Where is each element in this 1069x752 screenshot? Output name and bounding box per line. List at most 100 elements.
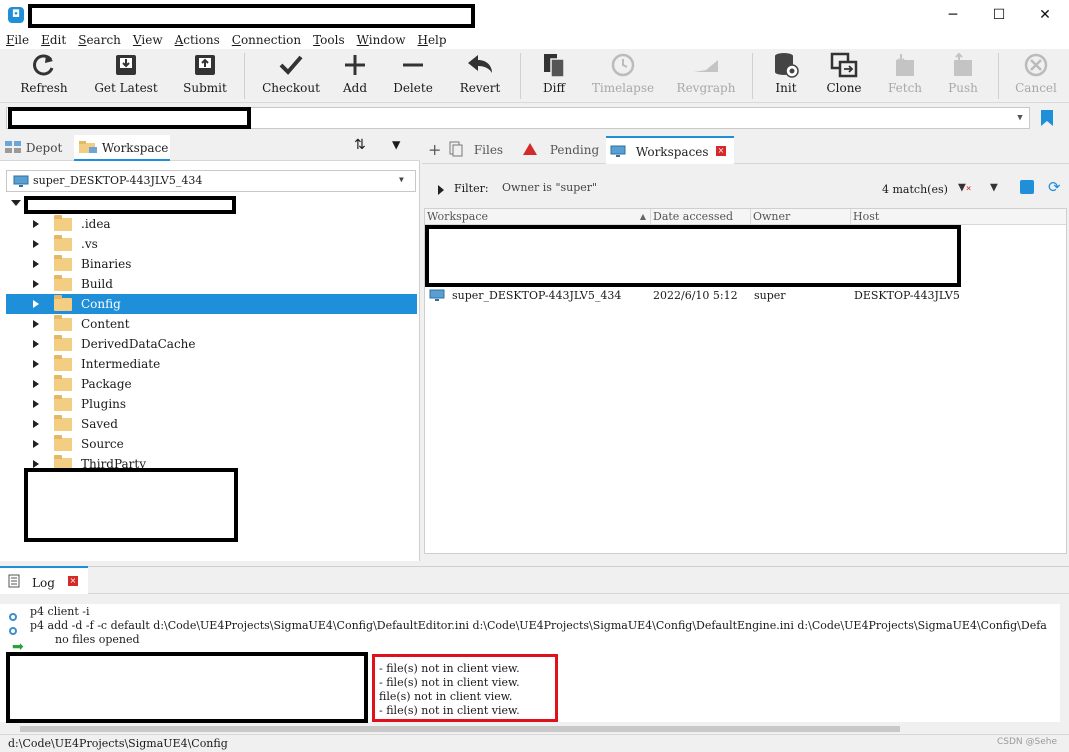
tree-item[interactable]: Plugins (6, 394, 417, 414)
fetch-button[interactable]: Fetch (882, 49, 928, 103)
column-header-workspace[interactable]: Workspace ▲ (425, 209, 651, 225)
expand-arrow-icon[interactable] (33, 420, 39, 428)
tree-item[interactable]: Content (6, 314, 417, 334)
close-button[interactable]: ✕ (1022, 0, 1068, 31)
tab-depot[interactable]: Depot (4, 135, 72, 161)
workspace-select-value: super_DESKTOP-443JLV5_434 (33, 174, 203, 187)
maximize-button[interactable]: ☐ (976, 0, 1022, 31)
expand-root-icon[interactable] (11, 200, 21, 206)
column-header-host[interactable]: Host (851, 209, 1066, 225)
revgraph-icon (694, 60, 718, 72)
right-tab-strip: + Files Pending Workspaces × (422, 136, 1069, 164)
workspace-monitor-icon (429, 289, 445, 301)
tree-item[interactable]: Build (6, 274, 417, 294)
tree-item[interactable]: Package (6, 374, 417, 394)
cell-workspace: super_DESKTOP-443JLV5_434 (452, 289, 622, 302)
expand-arrow-icon[interactable] (33, 220, 39, 228)
menu-help[interactable]: Help (411, 31, 452, 49)
tree-item[interactable]: Intermediate (6, 354, 417, 374)
diff-button[interactable]: Diff (534, 49, 574, 103)
clone-button[interactable]: Clone (822, 49, 866, 103)
clear-filter-icon[interactable]: ▼× (958, 180, 971, 195)
get-latest-button[interactable]: Get Latest (88, 49, 164, 103)
expand-arrow-icon[interactable] (33, 360, 39, 368)
tree-item[interactable]: Saved (6, 414, 417, 434)
expand-arrow-icon[interactable] (33, 380, 39, 388)
workspace-settings-icon[interactable] (1020, 180, 1034, 194)
tree-item[interactable]: Binaries (6, 254, 417, 274)
folder-icon (54, 215, 72, 231)
tab-files[interactable]: Files (448, 136, 516, 164)
expand-arrow-icon[interactable] (33, 240, 39, 248)
vertical-scrollbar[interactable] (1060, 604, 1069, 734)
checkout-button[interactable]: Checkout (262, 49, 320, 103)
menu-tools[interactable]: Tools (307, 31, 351, 49)
refresh-icon[interactable]: ⟳ (1048, 178, 1061, 196)
tab-pending[interactable]: Pending (522, 136, 604, 164)
folder-icon (54, 335, 72, 351)
tree-item-label: Source (81, 437, 124, 451)
filter-icon[interactable]: ▼ (392, 137, 400, 153)
table-row[interactable]: super_DESKTOP-443JLV5_434 2022/6/10 5:12… (425, 287, 1066, 305)
filter-icon[interactable]: ▼ (990, 180, 998, 195)
tab-log[interactable]: Log × (0, 566, 88, 594)
tree-item-selected[interactable]: Config (6, 294, 417, 314)
sort-icon[interactable]: ⇅ (354, 137, 366, 153)
column-header-date[interactable]: Date accessed (651, 209, 751, 225)
expand-arrow-icon[interactable] (33, 260, 39, 268)
tree-item[interactable]: .vs (6, 234, 417, 254)
expand-filter-icon[interactable] (438, 185, 444, 195)
menu-file[interactable]: File (0, 31, 35, 49)
tab-workspaces[interactable]: Workspaces × (606, 136, 734, 164)
timelapse-button[interactable]: Timelapse (590, 49, 656, 103)
menu-actions[interactable]: Actions (169, 31, 226, 49)
database-icon (775, 53, 799, 78)
pending-triangle-icon (523, 143, 537, 155)
minimize-button[interactable]: ─ (930, 0, 976, 31)
folder-icon (54, 415, 72, 431)
bookmark-icon[interactable] (1040, 109, 1054, 127)
redacted-tree-area (24, 468, 238, 542)
push-icon (954, 52, 972, 76)
column-header-owner[interactable]: Owner (751, 209, 851, 225)
tab-files-label: Files (473, 143, 504, 157)
scrollbar-thumb[interactable] (20, 726, 900, 732)
tree-item[interactable]: .idea (6, 214, 417, 234)
tree-item[interactable]: DerivedDataCache (6, 334, 417, 354)
refresh-button[interactable]: Refresh (14, 49, 74, 103)
expand-arrow-icon[interactable] (33, 320, 39, 328)
add-button[interactable]: Add (334, 49, 376, 103)
cancel-button[interactable]: Cancel (1012, 49, 1060, 103)
init-button[interactable]: Init (764, 49, 808, 103)
redacted-workspace-rows (425, 225, 961, 287)
close-tab-icon[interactable]: × (716, 146, 726, 156)
expand-arrow-icon[interactable] (33, 400, 39, 408)
tab-workspace[interactable]: Workspace (74, 135, 170, 161)
menu-search[interactable]: Search (72, 31, 127, 49)
expand-arrow-icon[interactable] (33, 460, 39, 468)
expand-arrow-icon[interactable] (33, 300, 39, 308)
tree-item[interactable]: Source (6, 434, 417, 454)
menu-view[interactable]: View (127, 31, 169, 49)
push-button[interactable]: Push (942, 49, 984, 103)
chevron-down-icon[interactable]: ▼ (1010, 108, 1030, 128)
log-line: p4 add -d -f -c default d:\Code\UE4Proje… (30, 619, 1047, 632)
add-tab-icon[interactable]: + (428, 136, 444, 164)
close-tab-icon[interactable]: × (68, 576, 78, 586)
menu-window[interactable]: Window (351, 31, 412, 49)
diff-icon (544, 54, 565, 78)
revert-button[interactable]: Revert (454, 49, 506, 103)
revert-label: Revert (459, 81, 501, 95)
submit-button[interactable]: Submit (178, 49, 232, 103)
folder-icon (54, 375, 72, 391)
redacted-path (8, 107, 251, 129)
expand-arrow-icon[interactable] (33, 340, 39, 348)
expand-arrow-icon[interactable] (33, 440, 39, 448)
menu-connection[interactable]: Connection (226, 31, 307, 49)
delete-button[interactable]: Delete (388, 49, 438, 103)
menu-edit[interactable]: Edit (35, 31, 72, 49)
revgraph-button[interactable]: Revgraph (674, 49, 738, 103)
folder-icon (54, 295, 72, 311)
workspace-dropdown[interactable]: super_DESKTOP-443JLV5_434 ▼ (6, 170, 416, 192)
expand-arrow-icon[interactable] (33, 280, 39, 288)
